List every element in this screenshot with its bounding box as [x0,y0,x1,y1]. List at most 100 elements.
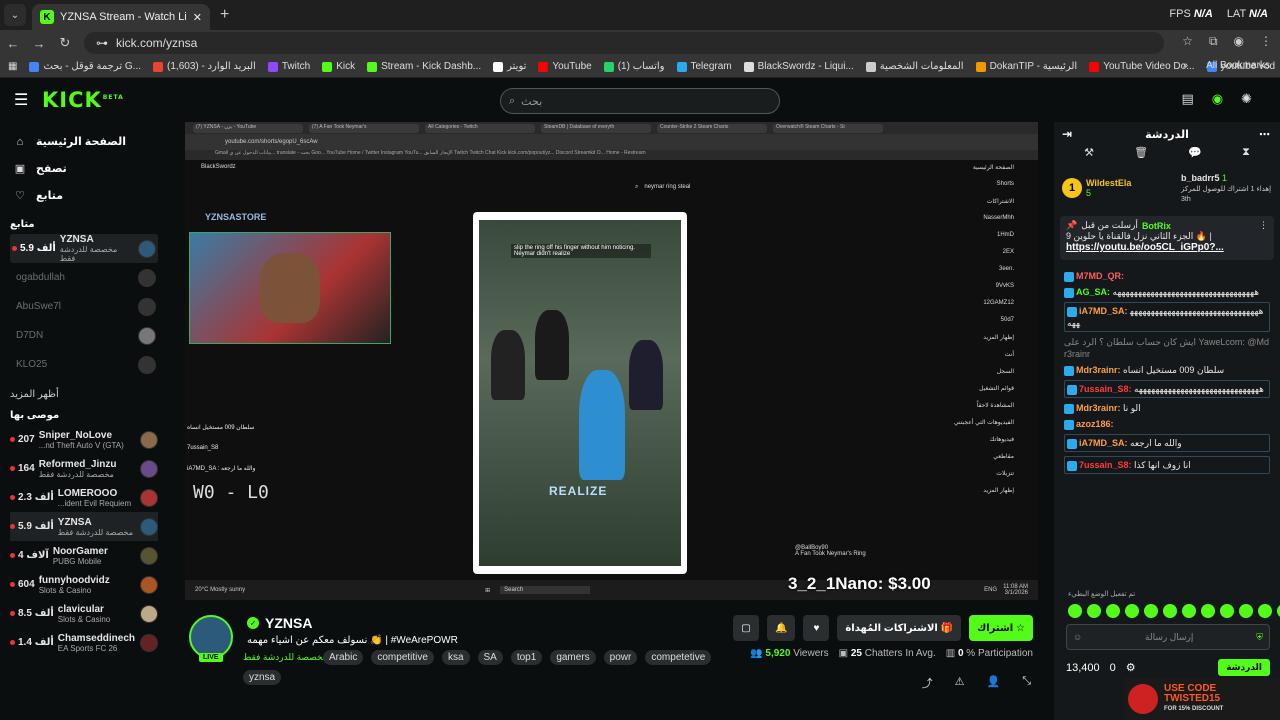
recommended-item[interactable]: 8.5 ألف clavicular Slots & Casino [10,599,158,628]
forward-icon[interactable]: → [26,36,52,51]
emote-icon[interactable] [1125,604,1139,618]
pinned-link[interactable]: https://youtu.be/oo5CL_iGPp0?... [1066,242,1224,253]
chat-menu-icon[interactable]: ⋯ [1259,128,1270,141]
sidebar-nav-item[interactable]: ▣ تصفح [10,155,158,182]
tab-search-button[interactable]: ⌄ [4,4,26,26]
bookmark-item[interactable]: DokanTIP - الرئيسية [975,61,1077,72]
stream-tag[interactable]: top1 [510,650,543,665]
chat-username[interactable]: Mdr3rainr: [1076,365,1123,375]
chat-settings-icon[interactable]: ⚙ [1126,661,1136,674]
all-bookmarks-button[interactable]: All Bookmarks [1206,60,1270,71]
user-icon[interactable]: 👤 [986,675,1000,691]
emote-icon[interactable] [1106,604,1120,618]
emote-icon[interactable] [1144,604,1158,618]
chat-bubble-icon[interactable]: 💬 [1188,146,1202,166]
notification-bell-icon[interactable]: 🔔 [766,615,796,641]
stream-tag[interactable]: competitive [371,650,434,665]
close-tab-icon[interactable]: ✕ [193,11,202,24]
chat-username[interactable]: azoz186: [1076,419,1114,429]
pinned-user[interactable]: BotRix [1142,221,1171,231]
stream-tag[interactable]: ksa [441,650,470,665]
sponsor-ad[interactable]: USE CODE TWISTED15 FOR 15% DISCOUNT [1124,678,1280,720]
stream-tag[interactable]: gamers [550,650,596,665]
following-item[interactable]: KLO25 [10,350,158,379]
browser-tab[interactable]: K YZNSA Stream - Watch Live on ✕ [32,4,210,30]
search-input[interactable]: ⌕ بحث [500,88,780,114]
url-field[interactable]: ⊶ kick.com/yznsa [84,32,1164,54]
trash-icon[interactable]: 🗑 [1134,146,1148,166]
emote-icon[interactable] [1068,604,1082,618]
emote-icon[interactable] [1258,604,1272,618]
streamer-name[interactable]: YZNSA [265,615,312,631]
kick-points-icon[interactable]: ◉ [1212,91,1223,107]
stream-tag[interactable]: powr [603,650,638,665]
bookmark-item[interactable]: تويتر [493,61,526,72]
stream-tag[interactable]: competetive [645,650,712,665]
back-icon[interactable]: ← [0,36,26,51]
recommended-item[interactable]: 1.4 ألف Chamseddinech EA Sports FC 26 [10,628,158,657]
hourglass-icon[interactable]: ⧗ [1242,146,1250,166]
apps-grid-icon[interactable]: ▦ [8,61,17,72]
tag-extra[interactable]: yznsa [243,670,282,685]
user-avatar[interactable]: ✺ [1241,91,1252,107]
emote-icon[interactable] [1163,604,1177,618]
leader2-name[interactable]: b_badrr5 [1181,173,1220,183]
hammer-icon[interactable]: ⚒ [1084,146,1094,166]
video-player[interactable]: (7) YZNSA - يزن - YouTube (7) A Fan Took … [185,122,1038,600]
bookmark-item[interactable]: Telegram [676,61,732,72]
hamburger-menu-icon[interactable]: ☰ [14,90,28,110]
chat-mod-icon[interactable]: ⛨ [1256,632,1263,643]
chat-username[interactable]: iA7MD_SA: [1079,438,1130,448]
emote-icon[interactable] [1087,604,1101,618]
following-item[interactable]: 5.9 ألف YZNSA مخصصة للدردشة فقط [10,234,158,263]
emote-icon[interactable] [1220,604,1234,618]
bookmarks-overflow-icon[interactable]: » [1182,60,1188,71]
bookmark-item[interactable]: Stream - Kick Dashb... [367,61,481,72]
pin-icon[interactable]: 📌 [1066,220,1077,231]
site-info-icon[interactable]: ⊶ [96,36,108,50]
emote-picker-icon[interactable]: ☺ [1073,632,1082,642]
menu-dots-icon[interactable]: ⋮ [1260,34,1272,49]
chat-username[interactable]: AG_SA: [1076,287,1113,297]
following-item[interactable]: D7DN [10,321,158,350]
collapse-chat-icon[interactable]: ⇥ [1062,127,1072,141]
stream-category[interactable]: مخصصة للدردشة فقط [243,652,328,663]
theatre-mode-icon[interactable]: ⤡ [1022,675,1031,691]
bookmark-item[interactable]: Kick [322,61,355,72]
leader1-name[interactable]: WildestEla [1086,178,1131,188]
extensions-icon[interactable]: ⧉ [1209,34,1218,49]
channel-points[interactable]: 13,400 [1066,662,1100,674]
recommended-item[interactable]: 4 آلاف NoorGamer PUBG Mobile [10,541,158,570]
subscribe-button[interactable]: اشتراك ☆ [969,615,1033,641]
bookmark-item[interactable]: BlackSwordz - Liqui... [743,61,854,72]
chat-input[interactable]: ☺ إرسال رسالة ⛨ [1066,624,1270,650]
recommended-item[interactable]: 207 Sniper_NoLove ...nd Theft Auto V (GTA) [10,425,158,454]
bookmark-item[interactable]: Twitch [267,61,310,72]
gift-subs-button[interactable]: الاشتراكات المُهداة 🎁 [837,615,962,641]
chat-username[interactable]: 7ussain_S8: [1079,384,1134,394]
recommended-item[interactable]: 2.3 ألف LOMEROOO ...ident Evil Requiem [10,483,158,512]
pinned-menu-icon[interactable]: ⋮ [1259,220,1268,231]
reload-icon[interactable]: ↻ [52,35,78,51]
sidebar-nav-item[interactable]: ⌂ الصفحة الرئيسية [10,128,158,155]
show-more-link[interactable]: أظهر المزيد [10,389,158,400]
bookmark-item[interactable]: البريد الوارد - (1,603) [153,61,256,72]
send-chat-button[interactable]: الدردشة [1218,659,1270,676]
emote-icon[interactable] [1182,604,1196,618]
chat-username[interactable]: Mdr3rainr: [1076,403,1123,413]
media-icon[interactable]: ▤ [1181,91,1193,107]
chat-username[interactable]: 7ussain_S8: [1079,460,1134,470]
report-icon[interactable]: ⚠ [955,675,965,691]
favorite-heart-icon[interactable]: ♥ [803,615,830,641]
recommended-item[interactable]: 5.9 ألف YZNSA مخصصة للدردشة فقط [10,512,158,541]
emote-icon[interactable] [1201,604,1215,618]
bookmark-star-icon[interactable]: ☆ [1182,34,1193,49]
clip-button[interactable]: ▢ [732,615,759,641]
following-item[interactable]: ogabdullah [10,263,158,292]
bookmark-item[interactable]: YouTube Video Do... [1089,61,1195,72]
bookmark-item[interactable]: واتساب (1) [603,61,665,72]
emote-icon[interactable] [1239,604,1253,618]
chat-username[interactable]: M7MD_QR: [1076,271,1124,281]
new-tab-button[interactable]: + [220,6,229,24]
sidebar-nav-item[interactable]: ♡ متابع [10,182,158,209]
